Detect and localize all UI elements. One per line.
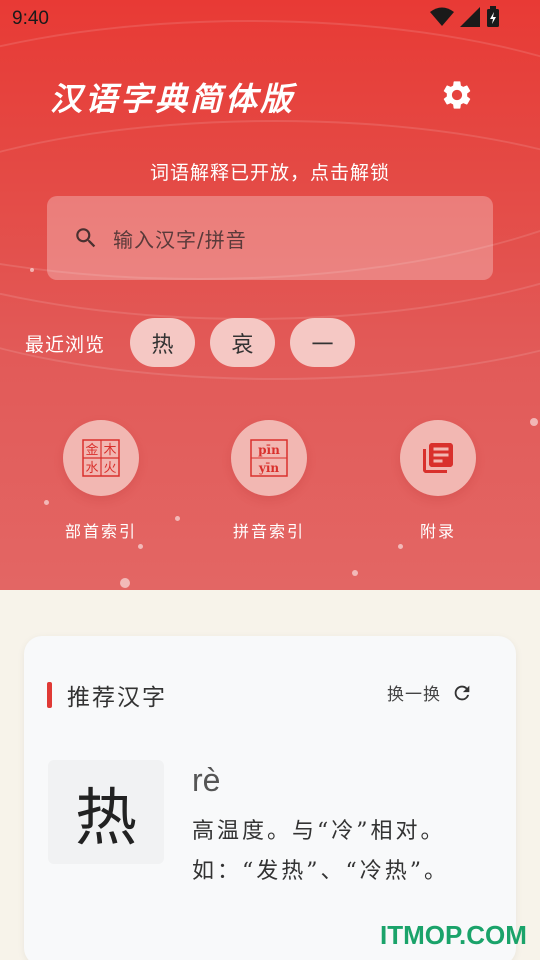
decor-dot [30,268,34,272]
search-icon [76,228,96,248]
pinyin-index-icon: pīn yīn [250,439,288,477]
recommend-title: 推荐汉字 [67,685,167,711]
search-placeholder: 输入汉字/拼音 [113,227,247,252]
appendix-icon [423,443,453,473]
refresh-icon [454,685,470,700]
decor-dot [398,544,403,549]
pinyin-glyph: pīn [258,443,280,457]
battery-charging-icon [487,6,499,27]
recommended-pinyin: rè [192,762,221,798]
appendix-icon-circle [400,420,476,496]
radical-index-icon-circle: 金 木 水 火 [63,420,139,496]
recent-chip[interactable]: 一 [290,318,355,367]
appendix-button[interactable]: 附录 [363,420,513,542]
recommend-card: 推荐汉字 换一换 热 rè 高温度。与“冷”相对。如：“发热”、“冷热”。 [24,636,516,960]
recommended-character-tile[interactable]: 热 [48,760,164,864]
decor-dot [120,578,130,588]
status-bar: 9:40 [0,0,540,36]
pinyin-index-button[interactable]: pīn yīn 拼音索引 [194,420,344,542]
app-title: 汉语字典简体版 [50,80,296,118]
radical-glyph: 水 [85,461,98,476]
card-accent-bar [47,682,52,708]
radical-index-label: 部首索引 [64,522,137,541]
radical-index-button[interactable]: 金 木 水 火 部首索引 [26,420,176,542]
decor-dot [530,418,538,426]
wifi-icon [430,7,454,26]
search-input[interactable]: 输入汉字/拼音 [47,196,493,280]
pinyin-index-icon-circle: pīn yīn [231,420,307,496]
cellular-signal-icon [460,7,480,27]
recommended-character: 热 [74,781,137,854]
decor-dot [138,544,143,549]
radical-glyph: 火 [103,461,116,476]
settings-button[interactable] [440,78,474,112]
radical-glyph: 金 [85,442,98,458]
watermark: ITMOP.COM [380,920,527,950]
pinyin-index-label: 拼音索引 [232,522,305,541]
radical-glyph: 木 [103,443,116,458]
recent-chip[interactable]: 热 [130,318,195,367]
pinyin-glyph: yīn [258,461,280,475]
decor-dot [352,570,358,576]
refresh-label: 换一换 [387,685,441,705]
gear-icon [443,81,471,109]
refresh-button[interactable]: 换一换 [387,680,473,705]
recent-chip[interactable]: 哀 [210,318,275,367]
appendix-label: 附录 [419,522,456,541]
status-time: 9:40 [12,8,49,29]
status-icons [430,6,500,28]
recent-label: 最近浏览 [25,334,106,356]
unlock-notice-link[interactable]: 词语解释已开放，点击解锁 [0,158,540,185]
recommended-definition: 高温度。与“冷”相对。如：“发热”、“冷热”。 [192,819,449,884]
radical-index-icon: 金 木 水 火 [82,439,120,477]
